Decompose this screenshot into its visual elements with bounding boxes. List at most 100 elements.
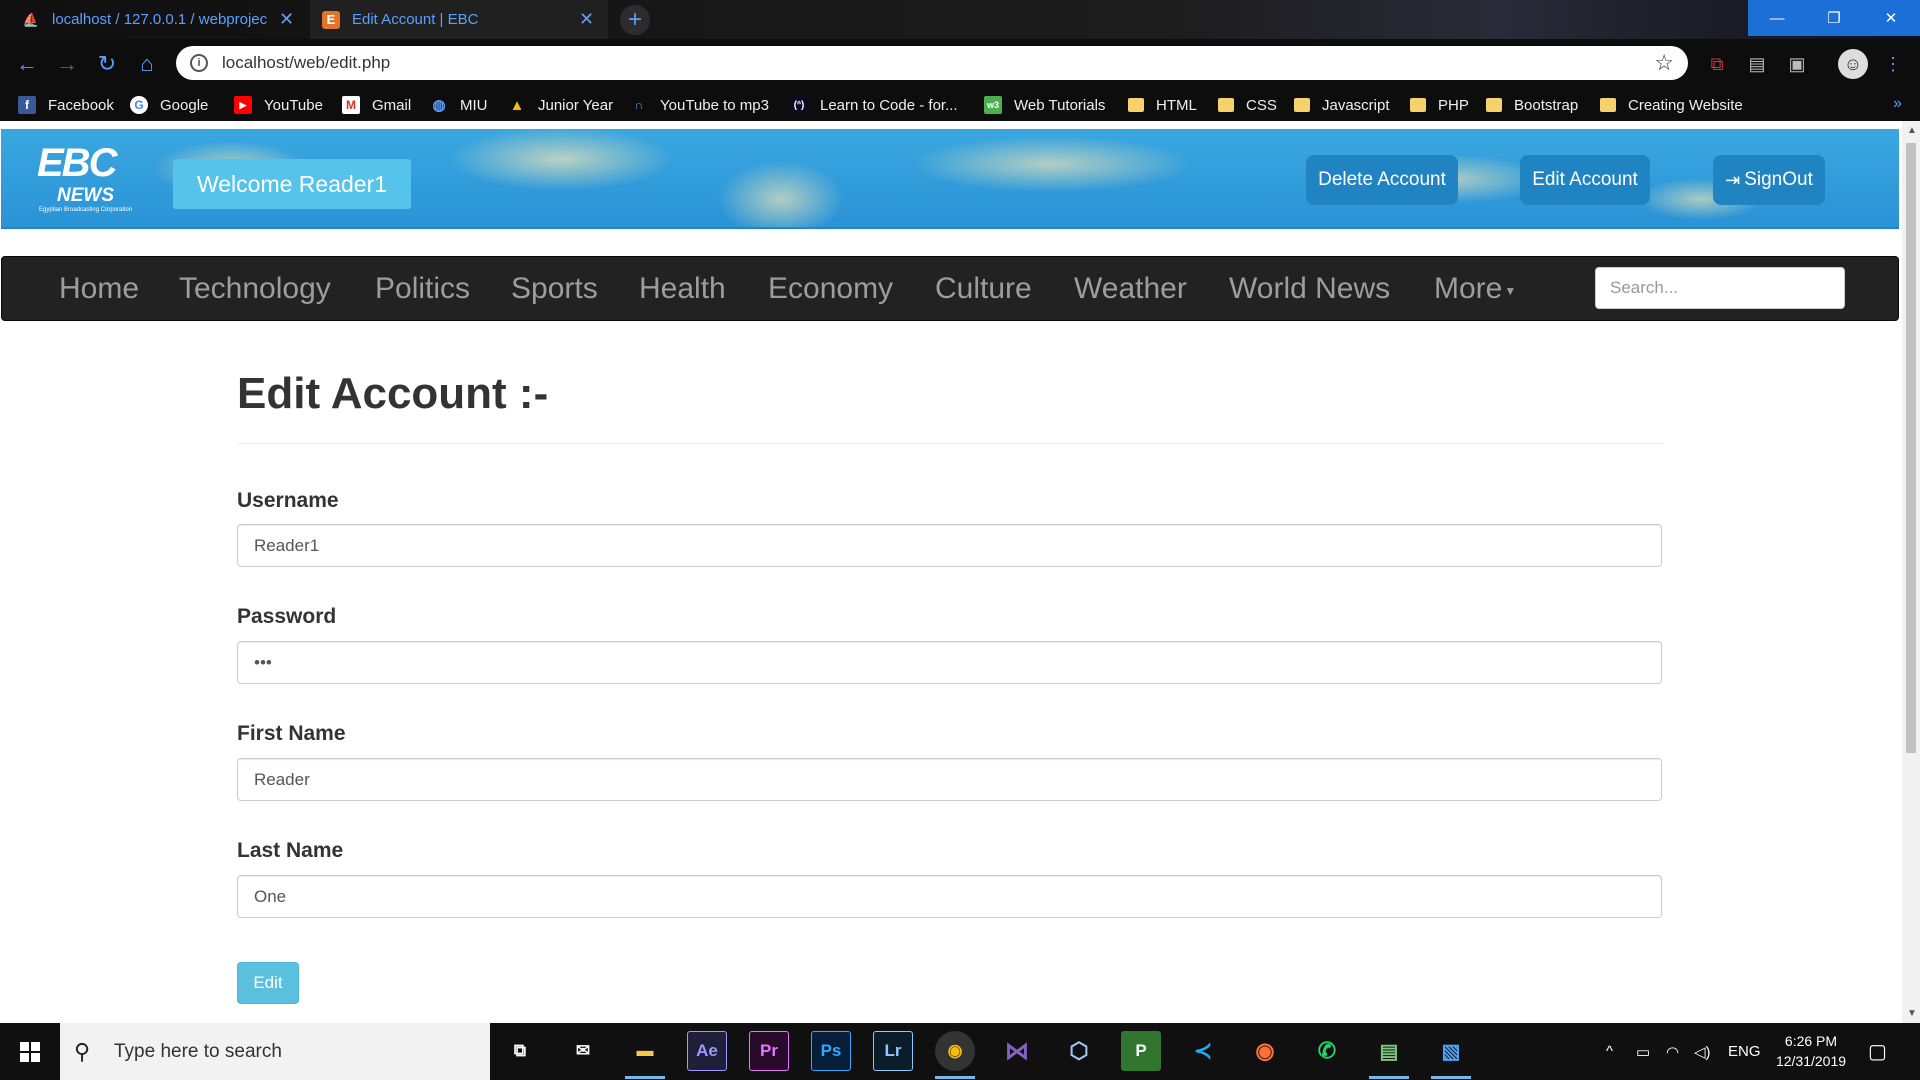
nav-weather[interactable]: Weather: [1074, 257, 1187, 320]
pdf-extension-icon[interactable]: ⧉: [1702, 49, 1732, 79]
bookmark-bootstrap[interactable]: Bootstrap: [1486, 89, 1578, 121]
bookmark-junior-year[interactable]: ▲ Junior Year: [508, 89, 614, 121]
scroll-up-icon[interactable]: ▲: [1907, 125, 1917, 136]
w3-icon: w3: [984, 96, 1002, 114]
taskbar-search[interactable]: ⚲ Type here to search: [60, 1023, 490, 1080]
visual-studio-icon[interactable]: ⋈: [997, 1031, 1037, 1071]
photoshop-icon[interactable]: Ps: [811, 1031, 851, 1071]
clock-time: 6:26 PM: [1784, 1033, 1838, 1049]
site-info-icon[interactable]: i: [190, 54, 208, 72]
ebc-news-logo[interactable]: EBC NEWS Egyptian Broadcasting Corporati…: [37, 141, 147, 217]
tab-phpmyadmin[interactable]: ⛵ localhost / 127.0.0.1 / webproject ✕: [10, 0, 308, 39]
close-tab-icon[interactable]: ✕: [579, 9, 594, 30]
photos-icon[interactable]: ▧: [1431, 1031, 1471, 1079]
nav-home[interactable]: Home: [59, 257, 139, 320]
bookmark-php[interactable]: PHP: [1410, 89, 1469, 121]
signout-label: SignOut: [1744, 169, 1813, 190]
bookmark-web-tutorials[interactable]: w3 Web Tutorials: [984, 89, 1105, 121]
close-window-button[interactable]: ✕: [1862, 0, 1920, 36]
profile-avatar-icon[interactable]: ☺: [1838, 49, 1868, 79]
start-button[interactable]: [0, 1023, 60, 1080]
delete-account-button[interactable]: Delete Account: [1306, 155, 1458, 205]
bookmark-label: PHP: [1438, 96, 1469, 114]
folder-icon: [1218, 98, 1234, 112]
password-field[interactable]: [237, 641, 1662, 684]
volume-icon[interactable]: ◁): [1694, 1023, 1711, 1080]
bookmark-gmail[interactable]: M Gmail: [342, 89, 411, 121]
extension-icon[interactable]: ▣: [1782, 49, 1812, 79]
nav-more-dropdown[interactable]: More ▼: [1434, 257, 1516, 320]
bookmark-facebook[interactable]: f Facebook: [18, 89, 114, 121]
system-clock[interactable]: 6:26 PM 12/31/2019: [1766, 1031, 1856, 1071]
battery-icon[interactable]: ▭: [1636, 1023, 1650, 1080]
folder-icon: [1410, 98, 1426, 112]
first-name-field[interactable]: [237, 758, 1662, 801]
nav-economy[interactable]: Economy: [768, 257, 893, 320]
bookmark-star-icon[interactable]: ☆: [1654, 50, 1674, 76]
notifications-icon[interactable]: ▢: [1868, 1023, 1887, 1080]
whatsapp-icon[interactable]: ✆: [1307, 1031, 1347, 1071]
wifi-icon[interactable]: ◠: [1666, 1023, 1679, 1080]
page-scrollbar[interactable]: ▲ ▼: [1902, 121, 1920, 1023]
username-field[interactable]: [237, 524, 1662, 567]
mail-icon[interactable]: ✉: [563, 1031, 603, 1071]
extension-icon[interactable]: ▤: [1742, 49, 1772, 79]
back-icon[interactable]: ←: [12, 49, 42, 79]
lightroom-icon[interactable]: Lr: [873, 1031, 913, 1071]
headphones-icon: ∩: [634, 98, 644, 112]
new-tab-button[interactable]: +: [620, 5, 650, 35]
chrome-icon[interactable]: ◉: [935, 1031, 975, 1079]
bookmark-creating-website[interactable]: Creating Website: [1600, 89, 1743, 121]
scroll-down-icon[interactable]: ▼: [1907, 1008, 1917, 1019]
premiere-icon[interactable]: Pr: [749, 1031, 789, 1071]
notepad-icon[interactable]: ▤: [1369, 1031, 1409, 1079]
nav-health[interactable]: Health: [639, 257, 726, 320]
gmail-icon: M: [342, 96, 360, 114]
bookmark-label: Web Tutorials: [1014, 96, 1106, 114]
url-text[interactable]: localhost/web/edit.php: [222, 53, 390, 73]
reload-icon[interactable]: ↻: [92, 49, 122, 79]
password-label: Password: [237, 605, 337, 628]
bookmark-learn-to-code[interactable]: (ᐢ) Learn to Code - for...: [790, 89, 958, 121]
firefox-icon[interactable]: ◉: [1245, 1031, 1285, 1071]
bookmark-label: Facebook: [48, 96, 114, 114]
code-icon: (ᐢ): [790, 96, 808, 114]
signout-icon: ⇥: [1725, 169, 1741, 190]
after-effects-icon[interactable]: Ae: [687, 1031, 727, 1071]
nav-politics[interactable]: Politics: [375, 257, 470, 320]
bookmark-css[interactable]: CSS: [1218, 89, 1277, 121]
project-icon[interactable]: P: [1121, 1031, 1161, 1071]
bookmark-miu[interactable]: ◍ MIU: [430, 89, 487, 121]
nav-sports[interactable]: Sports: [511, 257, 598, 320]
edit-submit-button[interactable]: Edit: [237, 962, 299, 1004]
bookmark-html[interactable]: HTML: [1128, 89, 1197, 121]
tab-edit-account[interactable]: E Edit Account | EBC ✕: [310, 0, 608, 39]
restore-button[interactable]: ❐: [1805, 0, 1863, 36]
forward-icon[interactable]: →: [52, 49, 82, 79]
show-hidden-icons[interactable]: ^: [1606, 1023, 1613, 1080]
signout-button[interactable]: ⇥ SignOut: [1713, 155, 1825, 205]
nav-world-news[interactable]: World News: [1229, 257, 1390, 320]
scrollbar-thumb[interactable]: [1906, 143, 1916, 753]
edit-account-button[interactable]: Edit Account: [1520, 155, 1650, 205]
address-bar[interactable]: i localhost/web/edit.php ☆: [176, 46, 1688, 80]
bookmark-javascript[interactable]: Javascript: [1294, 89, 1390, 121]
menu-icon[interactable]: ⋮: [1878, 49, 1908, 79]
vscode-icon[interactable]: ≺: [1183, 1031, 1223, 1071]
nav-culture[interactable]: Culture: [935, 257, 1032, 320]
minimize-button[interactable]: —: [1748, 0, 1806, 36]
bookmarks-overflow-icon[interactable]: »: [1893, 95, 1902, 113]
bookmark-youtube-mp3[interactable]: ∩ YouTube to mp3: [630, 89, 769, 121]
search-input[interactable]: [1595, 267, 1845, 309]
close-tab-icon[interactable]: ✕: [279, 9, 294, 30]
nav-technology[interactable]: Technology: [179, 257, 331, 320]
bookmark-google[interactable]: G Google: [130, 89, 208, 121]
task-view-icon[interactable]: ⧉: [500, 1031, 540, 1071]
file-explorer-icon[interactable]: ▬: [625, 1031, 665, 1079]
language-indicator[interactable]: ENG: [1728, 1023, 1761, 1080]
box-icon[interactable]: ⬡: [1059, 1031, 1099, 1071]
bookmark-youtube[interactable]: ▶ YouTube: [234, 89, 323, 121]
home-icon[interactable]: ⌂: [132, 49, 162, 79]
last-name-field[interactable]: [237, 875, 1662, 918]
bookmark-label: YouTube: [264, 96, 323, 114]
